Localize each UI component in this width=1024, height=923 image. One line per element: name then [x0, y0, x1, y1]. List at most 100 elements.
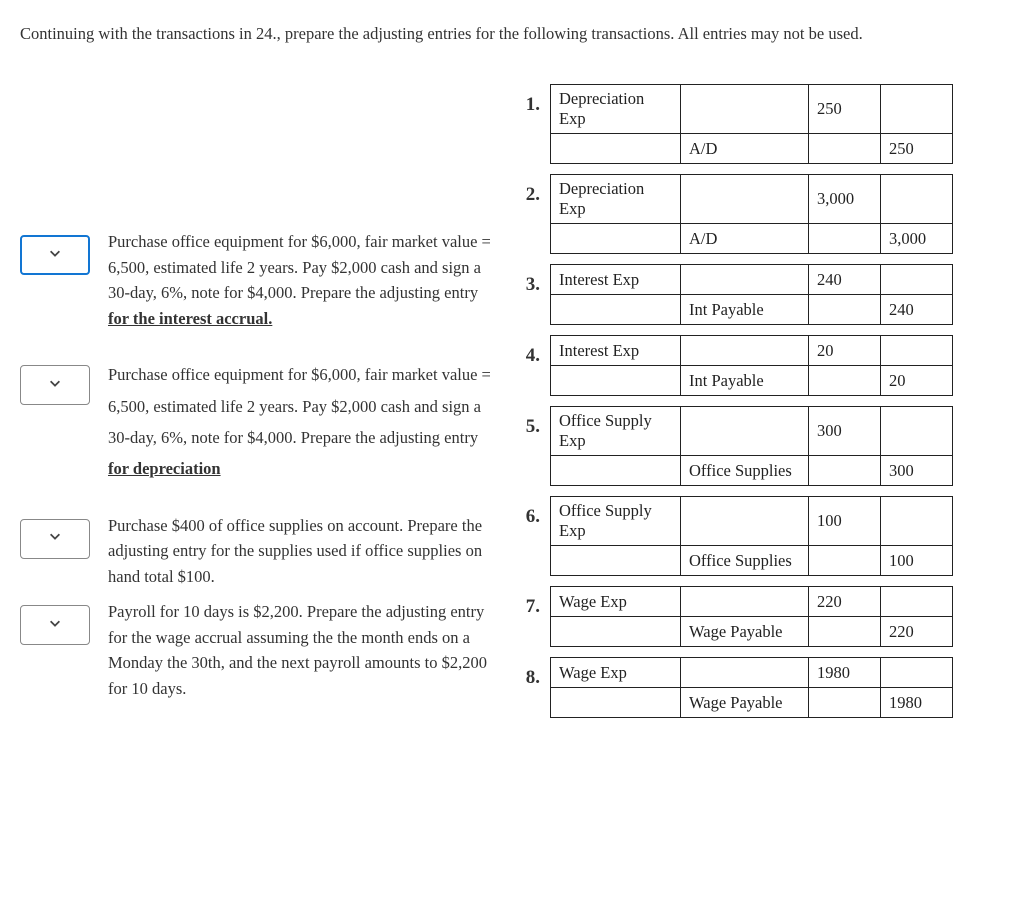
- debit-amount-cell: 300: [809, 407, 881, 456]
- chevron-down-icon: [48, 376, 62, 395]
- table-row: Office Supply Exp 300: [551, 407, 953, 456]
- journal-entry: 1.Depreciation Exp250A/D250: [514, 84, 953, 164]
- journal-entry-table: Office Supply Exp 300Office Supplies300: [550, 406, 953, 486]
- table-row: Wage Payable 1980: [551, 688, 953, 718]
- journal-entry: 5.Office Supply Exp300Office Supplies300: [514, 406, 953, 486]
- journal-entry-table: Interest Exp240Int Payable240: [550, 264, 953, 325]
- cell-blank: [881, 265, 953, 295]
- cell-blank: [551, 366, 681, 396]
- cell-blank: [881, 85, 953, 134]
- entry-number: 3.: [514, 264, 550, 296]
- question-body: Payroll for 10 days is $2,200. Prepare t…: [108, 602, 487, 698]
- cell-blank: [809, 134, 881, 164]
- answer-dropdown[interactable]: [20, 235, 90, 275]
- cell-blank: [881, 336, 953, 366]
- question-body: Purchase $400 of office supplies on acco…: [108, 516, 482, 586]
- debit-account-cell: Office Supply Exp: [551, 407, 681, 456]
- question-row: Purchase office equipment for $6,000, fa…: [20, 229, 500, 331]
- debit-amount-cell: 220: [809, 587, 881, 617]
- chevron-down-icon: [48, 529, 62, 548]
- answer-dropdown[interactable]: [20, 519, 90, 559]
- entry-number: 1.: [514, 84, 550, 116]
- journal-entry-table: Wage Exp220Wage Payable220: [550, 586, 953, 647]
- table-row: Wage Exp 1980: [551, 658, 953, 688]
- table-row: A/D3,000: [551, 224, 953, 254]
- debit-account-cell: Wage Exp: [551, 658, 681, 688]
- entry-number: 8.: [514, 657, 550, 689]
- table-row: Wage Payable 220: [551, 617, 953, 647]
- table-row: Office Supplies300: [551, 456, 953, 486]
- table-row: Wage Exp 220: [551, 587, 953, 617]
- question-text: Purchase $400 of office supplies on acco…: [108, 513, 500, 590]
- credit-amount-cell: 300: [881, 456, 953, 486]
- journal-entry: 4.Interest Exp 20Int Payable20: [514, 335, 953, 396]
- question-body: Purchase office equipment for $6,000, fa…: [108, 365, 491, 447]
- credit-account-cell: Int Payable: [681, 295, 809, 325]
- cell-blank: [681, 336, 809, 366]
- table-row: Interest Exp 20: [551, 336, 953, 366]
- credit-account-cell: A/D: [681, 224, 809, 254]
- credit-account-cell: Wage Payable: [681, 688, 809, 718]
- debit-account-cell: Office Supply Exp: [551, 497, 681, 546]
- journal-entry-table: Office Supply Exp100Office Supplies100: [550, 496, 953, 576]
- question-emphasis: for depreciation: [108, 459, 221, 478]
- cell-blank: [681, 407, 809, 456]
- main-content: Purchase office equipment for $6,000, fa…: [20, 84, 1004, 730]
- cell-blank: [681, 497, 809, 546]
- journal-entry: 8.Wage Exp1980Wage Payable1980: [514, 657, 953, 718]
- table-row: Office Supply Exp 100: [551, 497, 953, 546]
- journal-entry-table: Wage Exp1980Wage Payable1980: [550, 657, 953, 718]
- journal-entry-table: Depreciation Exp250A/D250: [550, 84, 953, 164]
- cell-blank: [881, 407, 953, 456]
- table-row: Interest Exp240: [551, 265, 953, 295]
- cell-blank: [681, 175, 809, 224]
- chevron-down-icon: [48, 616, 62, 635]
- cell-blank: [681, 658, 809, 688]
- credit-account-cell: A/D: [681, 134, 809, 164]
- debit-amount-cell: 250: [809, 85, 881, 134]
- journal-entry: 3.Interest Exp240Int Payable240: [514, 264, 953, 325]
- table-row: Int Payable20: [551, 366, 953, 396]
- answer-dropdown[interactable]: [20, 365, 90, 405]
- cell-blank: [809, 224, 881, 254]
- debit-amount-cell: 3,000: [809, 175, 881, 224]
- debit-amount-cell: 100: [809, 497, 881, 546]
- cell-blank: [551, 456, 681, 486]
- question-body: Purchase office equipment for $6,000, fa…: [108, 232, 491, 302]
- credit-amount-cell: 220: [881, 617, 953, 647]
- credit-account-cell: Int Payable: [681, 366, 809, 396]
- cell-blank: [809, 456, 881, 486]
- cell-blank: [551, 617, 681, 647]
- table-row: Depreciation Exp 250: [551, 85, 953, 134]
- entry-number: 7.: [514, 586, 550, 618]
- answer-dropdown[interactable]: [20, 605, 90, 645]
- chevron-down-icon: [48, 246, 62, 265]
- question-row: Payroll for 10 days is $2,200. Prepare t…: [20, 599, 500, 701]
- entry-number: 2.: [514, 174, 550, 206]
- cell-blank: [551, 224, 681, 254]
- debit-account-cell: Wage Exp: [551, 587, 681, 617]
- debit-account-cell: Depreciation Exp: [551, 85, 681, 134]
- table-row: Depreciation Exp 3,000: [551, 175, 953, 224]
- question-row: Purchase office equipment for $6,000, fa…: [20, 359, 500, 484]
- cell-blank: [881, 175, 953, 224]
- credit-amount-cell: 250: [881, 134, 953, 164]
- entry-number: 4.: [514, 335, 550, 367]
- debit-amount-cell: 1980: [809, 658, 881, 688]
- cell-blank: [881, 658, 953, 688]
- credit-amount-cell: 1980: [881, 688, 953, 718]
- credit-account-cell: Wage Payable: [681, 617, 809, 647]
- question-emphasis: for the interest accrual.: [108, 309, 272, 328]
- journal-entry: 6.Office Supply Exp100Office Supplies100: [514, 496, 953, 576]
- debit-amount-cell: 20: [809, 336, 881, 366]
- journal-entry-table: Depreciation Exp 3,000A/D3,000: [550, 174, 953, 254]
- cell-blank: [881, 497, 953, 546]
- cell-blank: [681, 85, 809, 134]
- credit-amount-cell: 100: [881, 546, 953, 576]
- cell-blank: [681, 587, 809, 617]
- cell-blank: [551, 546, 681, 576]
- cell-blank: [809, 366, 881, 396]
- debit-account-cell: Depreciation Exp: [551, 175, 681, 224]
- debit-account-cell: Interest Exp: [551, 336, 681, 366]
- cell-blank: [551, 688, 681, 718]
